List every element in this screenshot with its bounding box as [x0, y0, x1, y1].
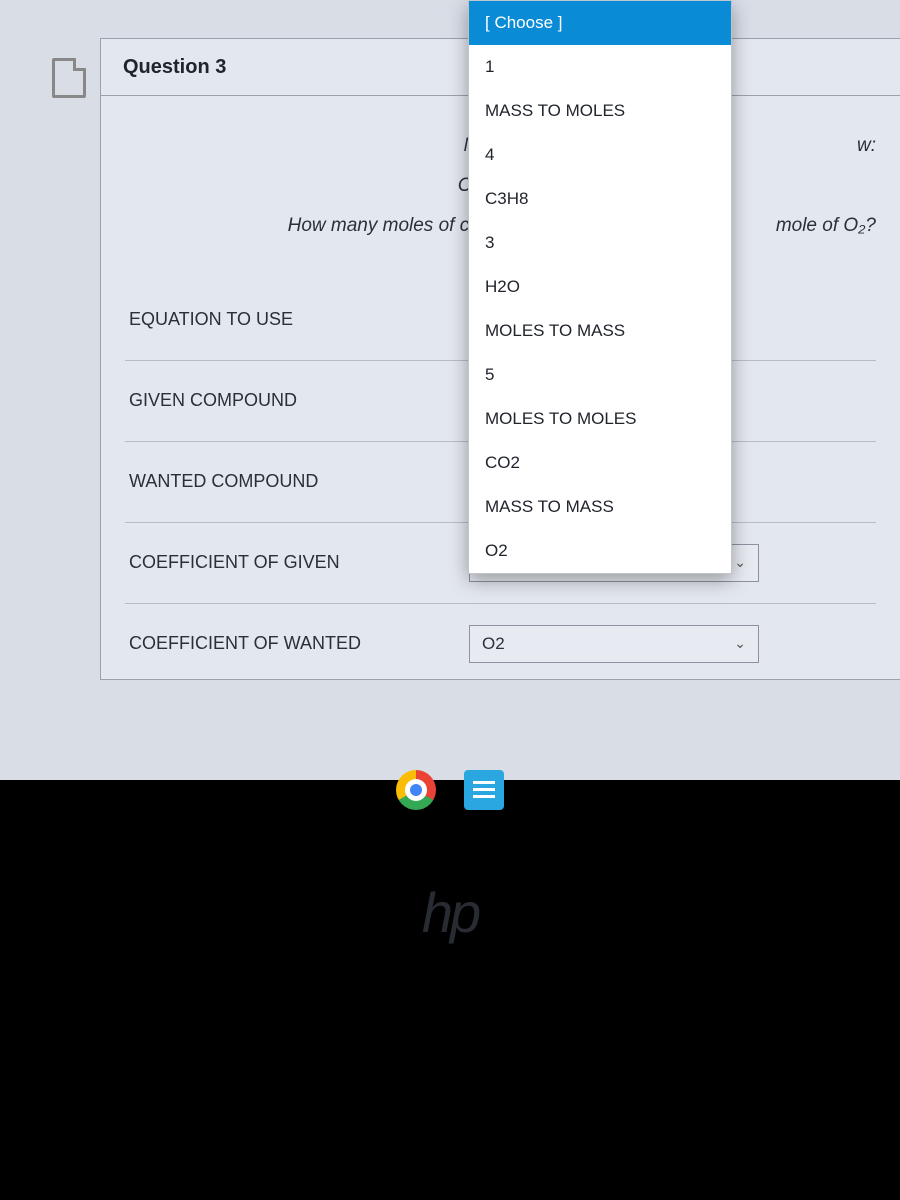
intro-part: w:: [857, 135, 876, 156]
dropdown-option[interactable]: MOLES TO MOLES: [469, 397, 731, 441]
row-label: EQUATION TO USE: [125, 309, 469, 330]
screen: Question 3 Match the foll w: C₃H₈ How ma…: [0, 0, 900, 780]
hp-logo: hp: [0, 880, 900, 945]
dropdown-option[interactable]: [ Choose ]: [469, 1, 731, 45]
dropdown-option[interactable]: MASS TO MOLES: [469, 89, 731, 133]
question-title: Question 3: [123, 56, 226, 79]
chrome-icon[interactable]: [396, 770, 436, 810]
match-row: COEFFICIENT OF WANTED O2 ⌄: [125, 604, 876, 684]
dropdown-option[interactable]: MOLES TO MASS: [469, 309, 731, 353]
select-value: O2: [482, 634, 505, 654]
row-select[interactable]: O2 ⌄: [469, 625, 759, 663]
dropdown-option[interactable]: C3H8: [469, 177, 731, 221]
row-label: WANTED COMPOUND: [125, 471, 469, 492]
dropdown-option[interactable]: 4: [469, 133, 731, 177]
taskbar: [0, 770, 900, 830]
page-icon: [52, 58, 86, 98]
dropdown-option[interactable]: MASS TO MASS: [469, 485, 731, 529]
chevron-down-icon: ⌄: [734, 635, 746, 652]
document-app-icon[interactable]: [464, 770, 504, 810]
dropdown-option[interactable]: 1: [469, 45, 731, 89]
row-label: COEFFICIENT OF WANTED: [125, 633, 469, 654]
dropdown-list: [ Choose ] 1 MASS TO MOLES 4 C3H8 3 H2O …: [468, 0, 732, 574]
dropdown-option[interactable]: 3: [469, 221, 731, 265]
intro-part: mole of O₂?: [776, 215, 876, 236]
dropdown-option[interactable]: 5: [469, 353, 731, 397]
row-label: COEFFICIENT OF GIVEN: [125, 552, 469, 573]
dropdown-option[interactable]: CO2: [469, 441, 731, 485]
row-label: GIVEN COMPOUND: [125, 390, 469, 411]
chevron-down-icon: ⌄: [734, 554, 746, 571]
dropdown-option[interactable]: O2: [469, 529, 731, 573]
dropdown-option[interactable]: H2O: [469, 265, 731, 309]
